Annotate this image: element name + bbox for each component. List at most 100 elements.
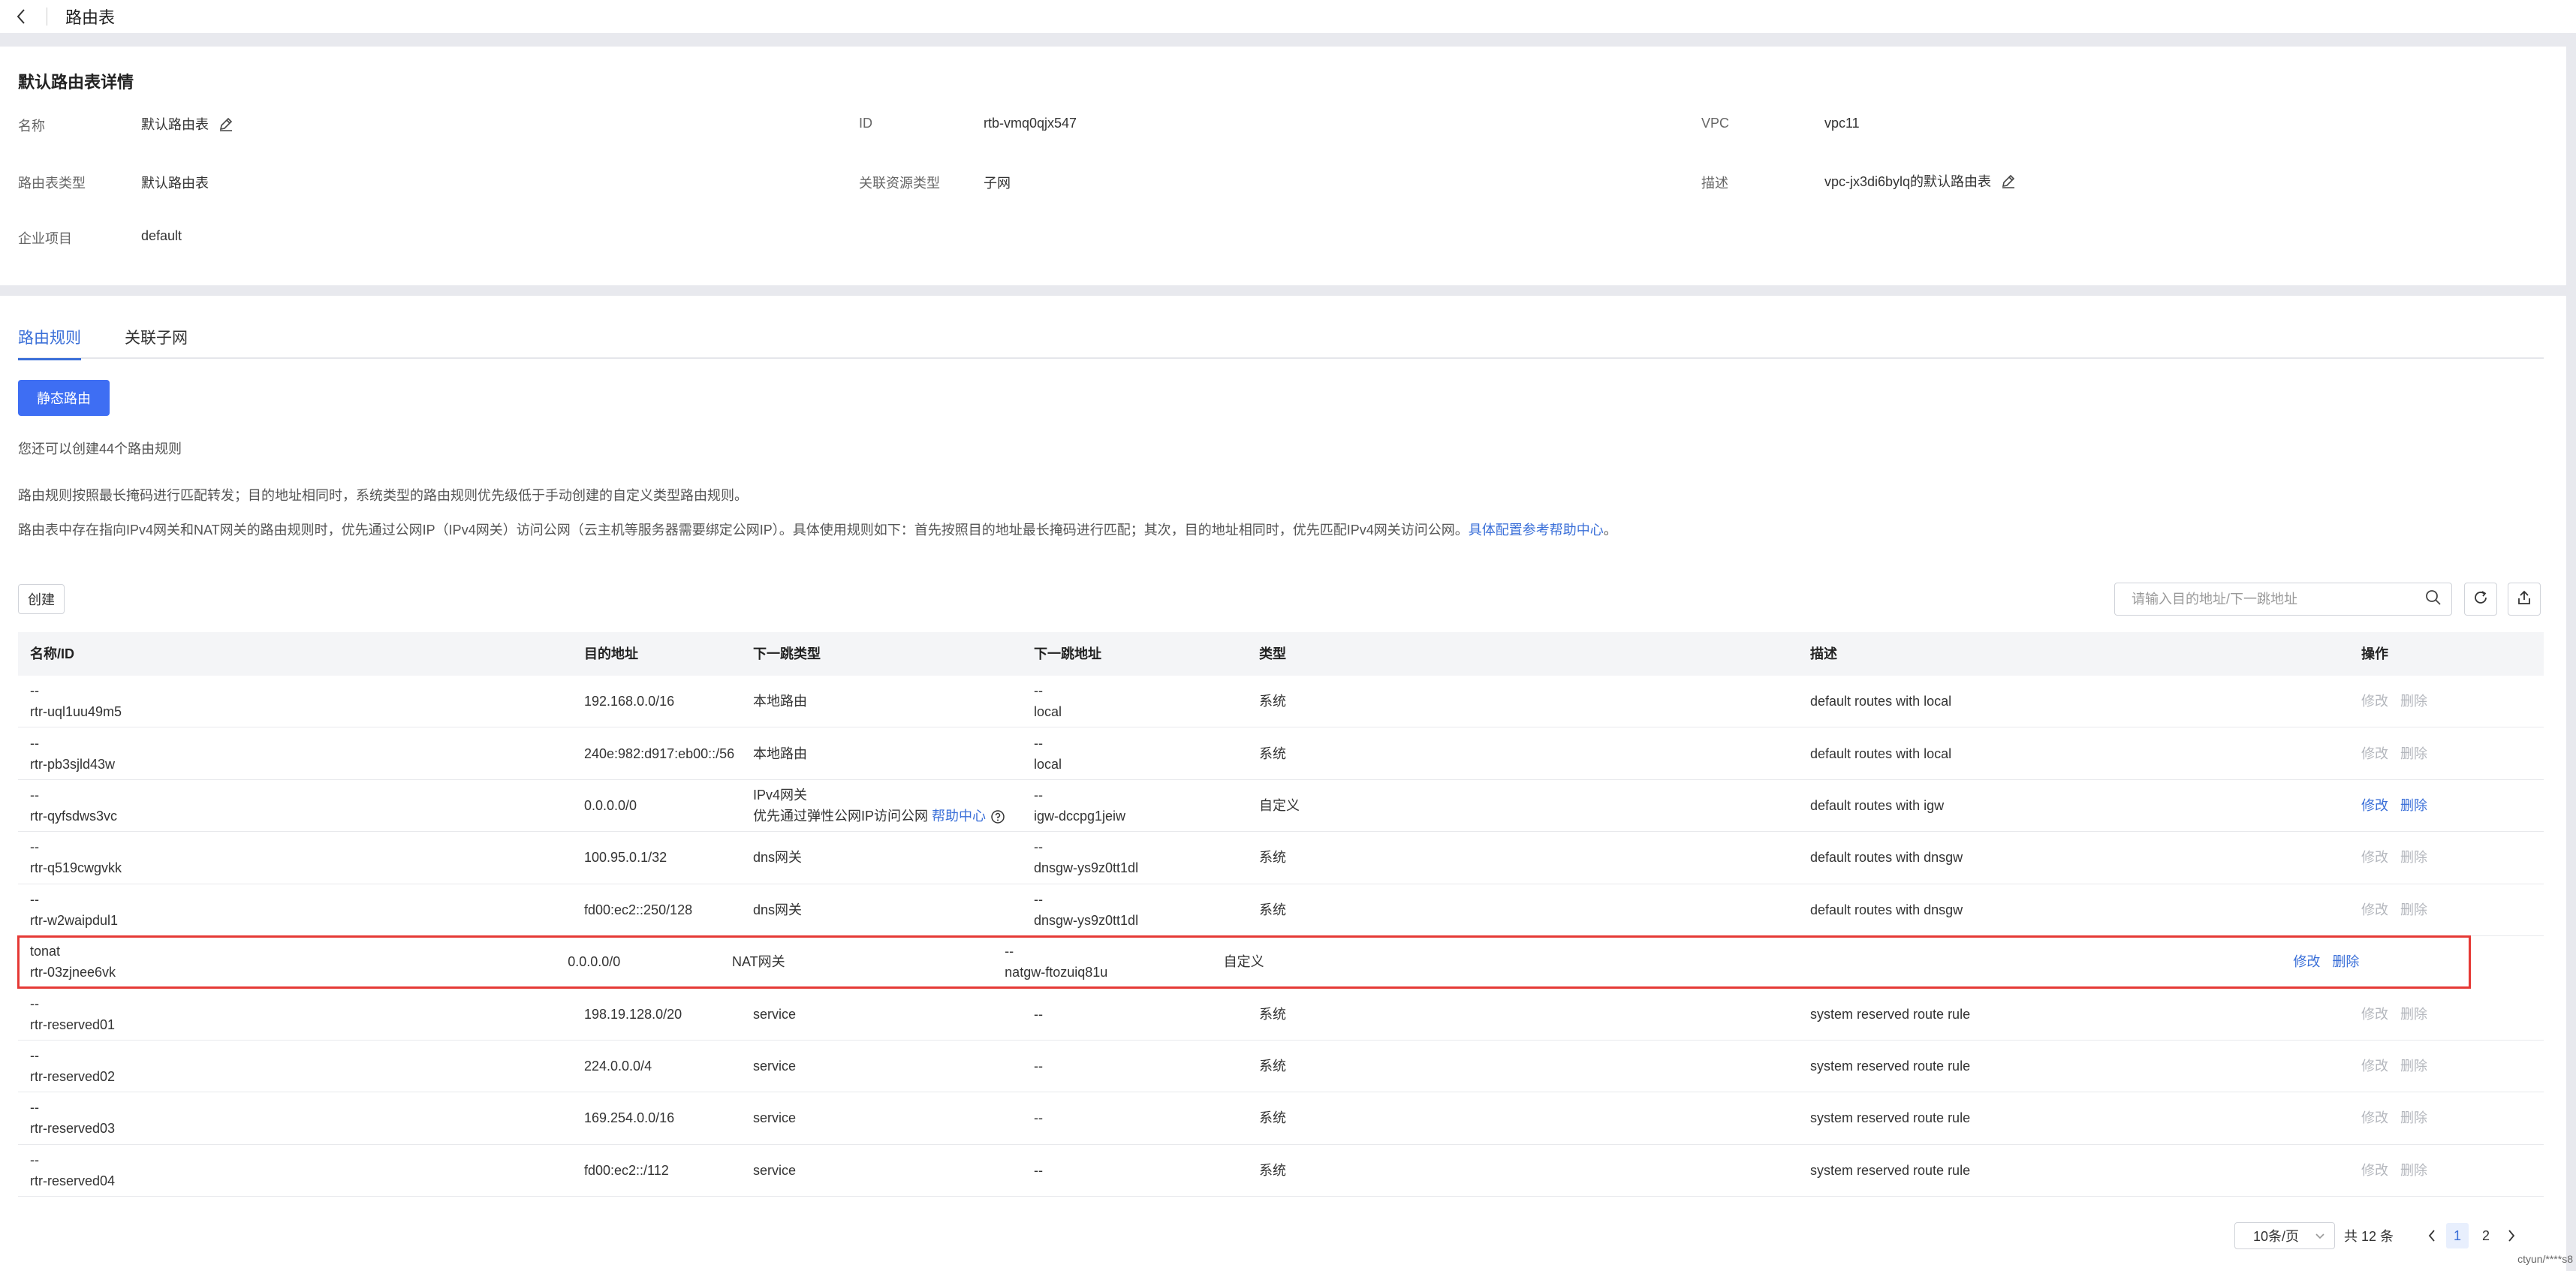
route-name: -- (30, 1047, 39, 1063)
export-button[interactable] (2508, 583, 2541, 616)
delete-route-link[interactable]: 删除 (2400, 691, 2427, 712)
delete-route-link[interactable]: 删除 (2400, 1056, 2427, 1077)
destination-cell: 240e:982:d917:eb00::/56 (584, 745, 735, 761)
refresh-button[interactable] (2464, 583, 2497, 616)
table-row: -- rtr-qyfsdws3vc 0.0.0.0/0 IPv4网关 优先通过弹… (18, 780, 2544, 833)
next-hop-type-cell: service (741, 1160, 1022, 1181)
next-hop-type: dns网关 (753, 902, 803, 917)
question-circle-icon[interactable] (990, 809, 1005, 824)
type-cell: 系统 (1259, 1162, 1286, 1178)
next-hop-name: -- (1034, 735, 1043, 751)
destination-cell: fd00:ec2::250/128 (584, 902, 693, 917)
route-name: -- (30, 787, 39, 803)
page-size-select[interactable]: 10条/页 (2234, 1222, 2335, 1249)
edit-description-icon[interactable] (2000, 173, 2017, 189)
create-button[interactable]: 创建 (18, 584, 65, 614)
route-id: rtr-uql1uu49m5 (30, 704, 122, 720)
edit-route-link[interactable]: 修改 (2361, 691, 2388, 712)
search-box (2114, 583, 2452, 616)
next-hop-address-cell: -- (1022, 1107, 1247, 1128)
edit-route-link[interactable]: 修改 (2361, 743, 2388, 764)
col-destination: 目的地址 (584, 646, 638, 661)
table-body: -- rtr-uql1uu49m5 192.168.0.0/16 本地路由 --… (17, 676, 2544, 1197)
resource-type-value: 子网 (984, 176, 1011, 191)
delete-route-link[interactable]: 删除 (2400, 1004, 2427, 1025)
next-hop-address-cell: -- (1022, 1004, 1247, 1025)
destination-cell: 100.95.0.1/32 (584, 850, 667, 866)
next-hop-type: NAT网关 (731, 954, 785, 970)
route-name: -- (30, 683, 39, 699)
next-hop-type-note: 优先通过弹性公网IP访问公网 (753, 808, 929, 824)
delete-route-link[interactable]: 删除 (2400, 743, 2427, 764)
delete-route-link[interactable]: 删除 (2400, 847, 2427, 868)
table-row: -- rtr-reserved02 224.0.0.0/4 service --… (18, 1041, 2544, 1093)
watermark: ctyun/****s8 (2517, 1253, 2573, 1265)
actions-cell: 修改 删除 (2349, 1107, 2544, 1128)
description-value: vpc-jx3di6bylq的默认路由表 (1824, 171, 2017, 191)
delete-route-link[interactable]: 删除 (2400, 1107, 2427, 1128)
tab-associated-subnets[interactable]: 关联子网 (125, 314, 188, 359)
top-bar: 路由表 (0, 0, 2576, 33)
route-rules-card: 路由规则 关联子网 静态路由 您还可以创建44个路由规则 路由规则按照最长掩码进… (0, 296, 2566, 1271)
delete-route-link[interactable]: 删除 (2400, 899, 2427, 920)
search-input[interactable] (2132, 591, 2424, 607)
edit-route-link[interactable]: 修改 (2361, 847, 2388, 868)
search-icon[interactable] (2424, 589, 2442, 610)
delete-route-link[interactable]: 删除 (2400, 795, 2427, 816)
type-cell: 系统 (1259, 902, 1286, 917)
next-hop-name: -- (1034, 683, 1043, 699)
next-hop-address: -- (1034, 1110, 1043, 1126)
page-2-button[interactable]: 2 (2475, 1223, 2497, 1248)
next-hop-address: local (1034, 756, 1062, 772)
col-actions: 操作 (2361, 646, 2388, 661)
description-cell: system reserved route rule (1810, 1110, 1971, 1126)
route-id: rtr-qyfsdws3vc (30, 808, 118, 824)
next-hop-address-cell: -- dnsgw-ys9z0tt1dl (1022, 836, 1247, 878)
delete-route-link[interactable]: 删除 (2400, 1160, 2427, 1181)
static-route-button[interactable]: 静态路由 (18, 380, 110, 416)
description-cell: default routes with local (1810, 694, 1952, 709)
next-page-button[interactable] (2500, 1223, 2523, 1248)
next-hop-address: -- (1034, 1162, 1043, 1178)
help-center-link[interactable]: 帮助中心 (932, 809, 986, 824)
name-id-cell: -- rtr-reserved01 (18, 993, 572, 1035)
route-name: -- (30, 1100, 39, 1116)
edit-route-link[interactable]: 修改 (2361, 1160, 2388, 1181)
edit-route-link[interactable]: 修改 (2361, 1107, 2388, 1128)
back-arrow-icon[interactable] (6, 2, 36, 32)
delete-route-link[interactable]: 删除 (2332, 951, 2359, 972)
description-cell: default routes with dnsgw (1810, 850, 1963, 866)
route-name: -- (30, 891, 39, 907)
export-icon (2516, 589, 2532, 610)
col-type: 类型 (1259, 646, 1286, 661)
name-id-cell: -- rtr-qyfsdws3vc (18, 785, 572, 827)
help-center-link[interactable]: 具体配置参考帮助中心 (1469, 523, 1604, 538)
id-label: ID (859, 116, 872, 131)
edit-route-link[interactable]: 修改 (2293, 951, 2320, 972)
next-hop-name: -- (1034, 839, 1043, 855)
type-cell: 自定义 (1223, 954, 1264, 970)
table-row: -- rtr-q519cwgvkk 100.95.0.1/32 dns网关 --… (18, 832, 2544, 884)
edit-route-link[interactable]: 修改 (2361, 899, 2388, 920)
next-hop-address: igw-dccpg1jeiw (1034, 808, 1126, 824)
info-line-1: 路由规则按照最长掩码进行匹配转发；目的地址相同时，系统类型的路由规则优先级低于手… (18, 488, 748, 503)
next-hop-type: service (753, 1162, 797, 1178)
edit-route-link[interactable]: 修改 (2361, 1056, 2388, 1077)
prev-page-button[interactable] (2421, 1223, 2443, 1248)
next-hop-address: local (1034, 704, 1062, 720)
description-cell: default routes with local (1810, 745, 1952, 761)
name-id-cell: -- rtr-w2waipdul1 (18, 889, 572, 931)
edit-name-icon[interactable] (218, 116, 234, 132)
route-id: rtr-pb3sjld43w (30, 756, 116, 772)
page-1-button[interactable]: 1 (2446, 1223, 2469, 1248)
edit-route-link[interactable]: 修改 (2361, 1004, 2388, 1025)
tab-route-rules[interactable]: 路由规则 (18, 314, 81, 360)
destination-cell: 224.0.0.0/4 (584, 1058, 652, 1074)
next-hop-address: -- (1034, 1006, 1043, 1022)
next-hop-address: dnsgw-ys9z0tt1dl (1034, 912, 1139, 928)
destination-cell: 169.254.0.0/16 (584, 1110, 675, 1126)
vpc-link[interactable]: vpc11 (1824, 116, 1860, 131)
actions-cell: 修改 删除 (2349, 691, 2544, 712)
refresh-icon (2472, 589, 2489, 610)
edit-route-link[interactable]: 修改 (2361, 795, 2388, 816)
